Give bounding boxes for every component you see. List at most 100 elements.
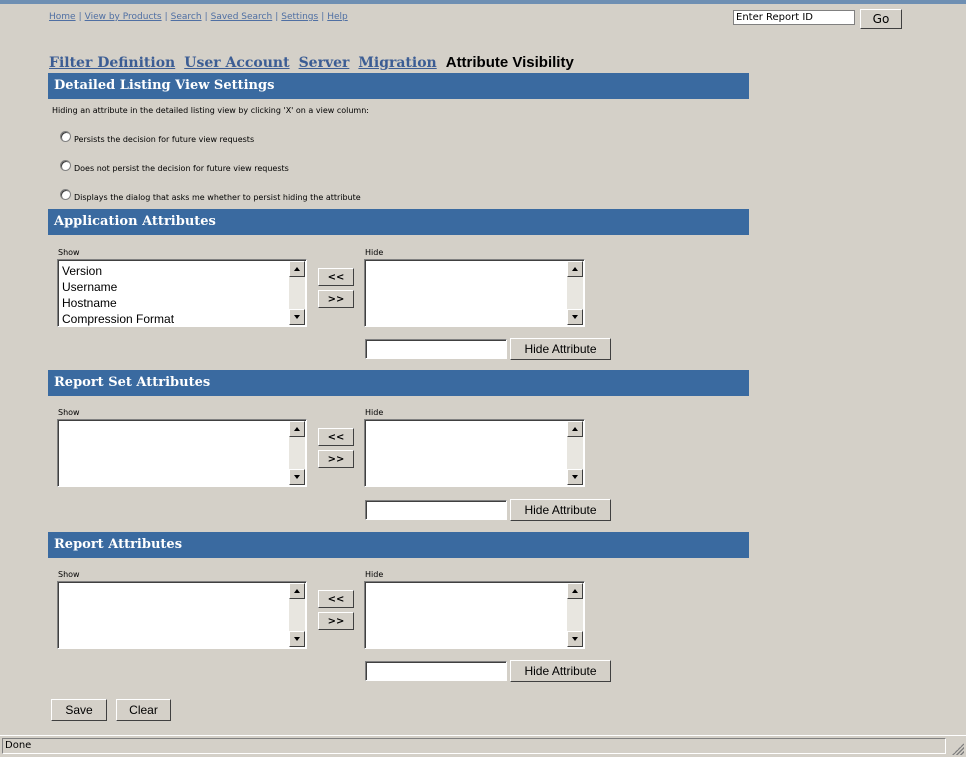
ra-hide-attribute-input[interactable] [365,661,507,681]
ra-show-label: Show [58,570,80,579]
radio-option-persist[interactable]: Persists the decision for future view re… [60,131,255,145]
radio-label: Does not persist the decision for future… [74,164,289,173]
down-arrow-icon [572,475,578,479]
nav-view-by-products-link[interactable]: View by Products [85,12,162,22]
scroll-down-button[interactable] [289,309,305,325]
settings-tabs: Filter Definition User Account Server Migra… [49,54,574,71]
list-item[interactable]: Compression Format [62,311,174,327]
nav-separator: | [275,12,279,22]
rs-hide-attribute-input[interactable] [365,500,507,520]
status-bar: Done [0,735,966,757]
radio-button[interactable] [60,131,71,142]
tab-attribute-visibility: Attribute Visibility [445,54,574,71]
scroll-up-button[interactable] [567,583,583,599]
nav-settings-link[interactable]: Settings [281,12,318,22]
rs-hide-listbox[interactable] [364,419,585,487]
radio-label: Persists the decision for future view re… [74,135,255,144]
report-set-attributes-header: Report Set Attributes [48,370,749,396]
listbox-items: Version Username Hostname Compression Fo… [62,263,174,327]
app-show-listbox[interactable]: Version Username Hostname Compression Fo… [57,259,307,327]
nav-separator: | [321,12,325,22]
list-item[interactable]: Version [62,263,174,279]
nav-separator: | [78,12,82,22]
radio-button[interactable] [60,189,71,200]
report-attributes-header: Report Attributes [48,532,749,558]
up-arrow-icon [572,427,578,431]
up-arrow-icon [294,427,300,431]
rs-show-label: Show [58,408,80,417]
down-arrow-icon [572,637,578,641]
tab-user-account[interactable]: User Account [184,55,289,71]
app-hide-attribute-input[interactable] [365,339,507,359]
nav-separator: | [164,12,168,22]
tab-migration[interactable]: Migration [358,55,436,71]
radio-option-not-persist[interactable]: Does not persist the decision for future… [60,160,289,174]
scroll-down-button[interactable] [567,469,583,485]
top-border [0,0,966,4]
resize-grip-icon[interactable] [952,743,964,755]
scroll-up-button[interactable] [289,261,305,277]
radio-button[interactable] [60,160,71,171]
scroll-down-button[interactable] [289,631,305,647]
up-arrow-icon [294,589,300,593]
down-arrow-icon [572,315,578,319]
scroll-up-button[interactable] [567,261,583,277]
up-arrow-icon [572,589,578,593]
app-move-left-button[interactable]: << [318,268,354,286]
scroll-up-button[interactable] [289,583,305,599]
rs-hide-label: Hide [365,408,384,417]
ra-hide-listbox[interactable] [364,581,585,649]
go-button[interactable]: Go [860,9,902,29]
clear-button[interactable]: Clear [116,699,171,721]
down-arrow-icon [294,315,300,319]
radio-label: Displays the dialog that asks me whether… [74,193,361,202]
ra-move-right-button[interactable]: >> [318,612,354,630]
nav-home-link[interactable]: Home [49,12,76,22]
ra-hide-label: Hide [365,570,384,579]
app-show-label: Show [58,248,80,257]
top-nav: Home | View by Products | Search | Saved Searc… [49,10,348,24]
detailed-listing-header: Detailed Listing View Settings [48,73,749,99]
tab-filter-definition[interactable]: Filter Definition [49,55,175,71]
rs-hide-attribute-button[interactable]: Hide Attribute [510,499,611,521]
radio-option-dialog[interactable]: Displays the dialog that asks me whether… [60,189,361,203]
down-arrow-icon [294,637,300,641]
list-item[interactable]: Username [62,279,174,295]
nav-saved-search-link[interactable]: Saved Search [211,12,273,22]
ra-move-left-button[interactable]: << [318,590,354,608]
vertical-scrollbar[interactable] [289,261,305,325]
scroll-down-button[interactable] [289,469,305,485]
app-hide-label: Hide [365,248,384,257]
application-attributes-header: Application Attributes [48,209,749,235]
page: Home | View by Products | Search | Saved Searc… [0,0,966,733]
ra-hide-attribute-button[interactable]: Hide Attribute [510,660,611,682]
vertical-scrollbar[interactable] [567,583,583,647]
scroll-up-button[interactable] [289,421,305,437]
rs-move-right-button[interactable]: >> [318,450,354,468]
down-arrow-icon [294,475,300,479]
status-text: Done [2,738,946,754]
vertical-scrollbar[interactable] [567,421,583,485]
up-arrow-icon [294,267,300,271]
rs-show-listbox[interactable] [57,419,307,487]
up-arrow-icon [572,267,578,271]
app-hide-listbox[interactable] [364,259,585,327]
report-id-input[interactable] [733,10,855,25]
tab-server[interactable]: Server [299,55,350,71]
list-item[interactable]: Hostname [62,295,174,311]
ra-show-listbox[interactable] [57,581,307,649]
save-button[interactable]: Save [51,699,107,721]
app-move-right-button[interactable]: >> [318,290,354,308]
vertical-scrollbar[interactable] [567,261,583,325]
detailed-listing-description: Hiding an attribute in the detailed list… [52,106,369,115]
scroll-up-button[interactable] [567,421,583,437]
rs-move-left-button[interactable]: << [318,428,354,446]
scroll-down-button[interactable] [567,309,583,325]
nav-separator: | [204,12,208,22]
nav-help-link[interactable]: Help [327,12,348,22]
vertical-scrollbar[interactable] [289,421,305,485]
vertical-scrollbar[interactable] [289,583,305,647]
nav-search-link[interactable]: Search [171,12,202,22]
scroll-down-button[interactable] [567,631,583,647]
app-hide-attribute-button[interactable]: Hide Attribute [510,338,611,360]
